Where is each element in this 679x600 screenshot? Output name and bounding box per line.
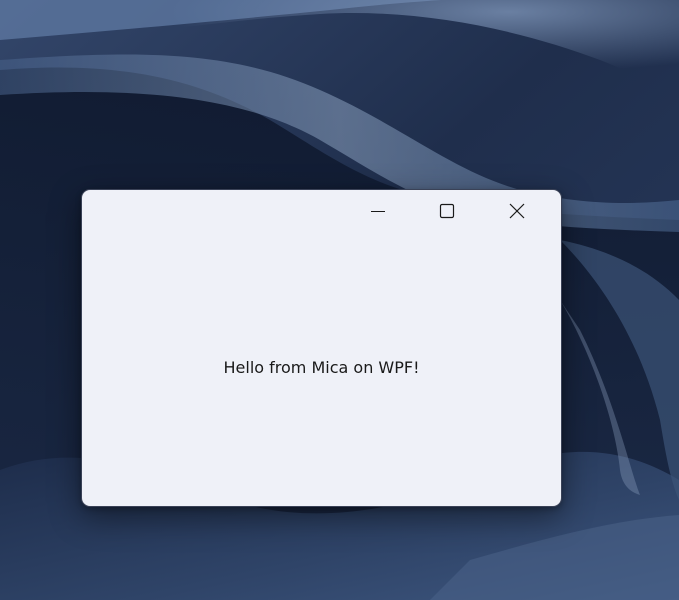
- title-bar[interactable]: [82, 190, 561, 232]
- minimize-button[interactable]: [355, 190, 401, 232]
- app-window: Hello from Mica on WPF!: [81, 189, 562, 507]
- close-button[interactable]: [494, 190, 540, 232]
- maximize-icon: [439, 203, 455, 219]
- minimize-icon: [370, 203, 386, 219]
- hello-message: Hello from Mica on WPF!: [223, 357, 420, 377]
- close-icon: [508, 202, 526, 220]
- maximize-button[interactable]: [424, 190, 470, 232]
- window-content: Hello from Mica on WPF!: [82, 232, 561, 506]
